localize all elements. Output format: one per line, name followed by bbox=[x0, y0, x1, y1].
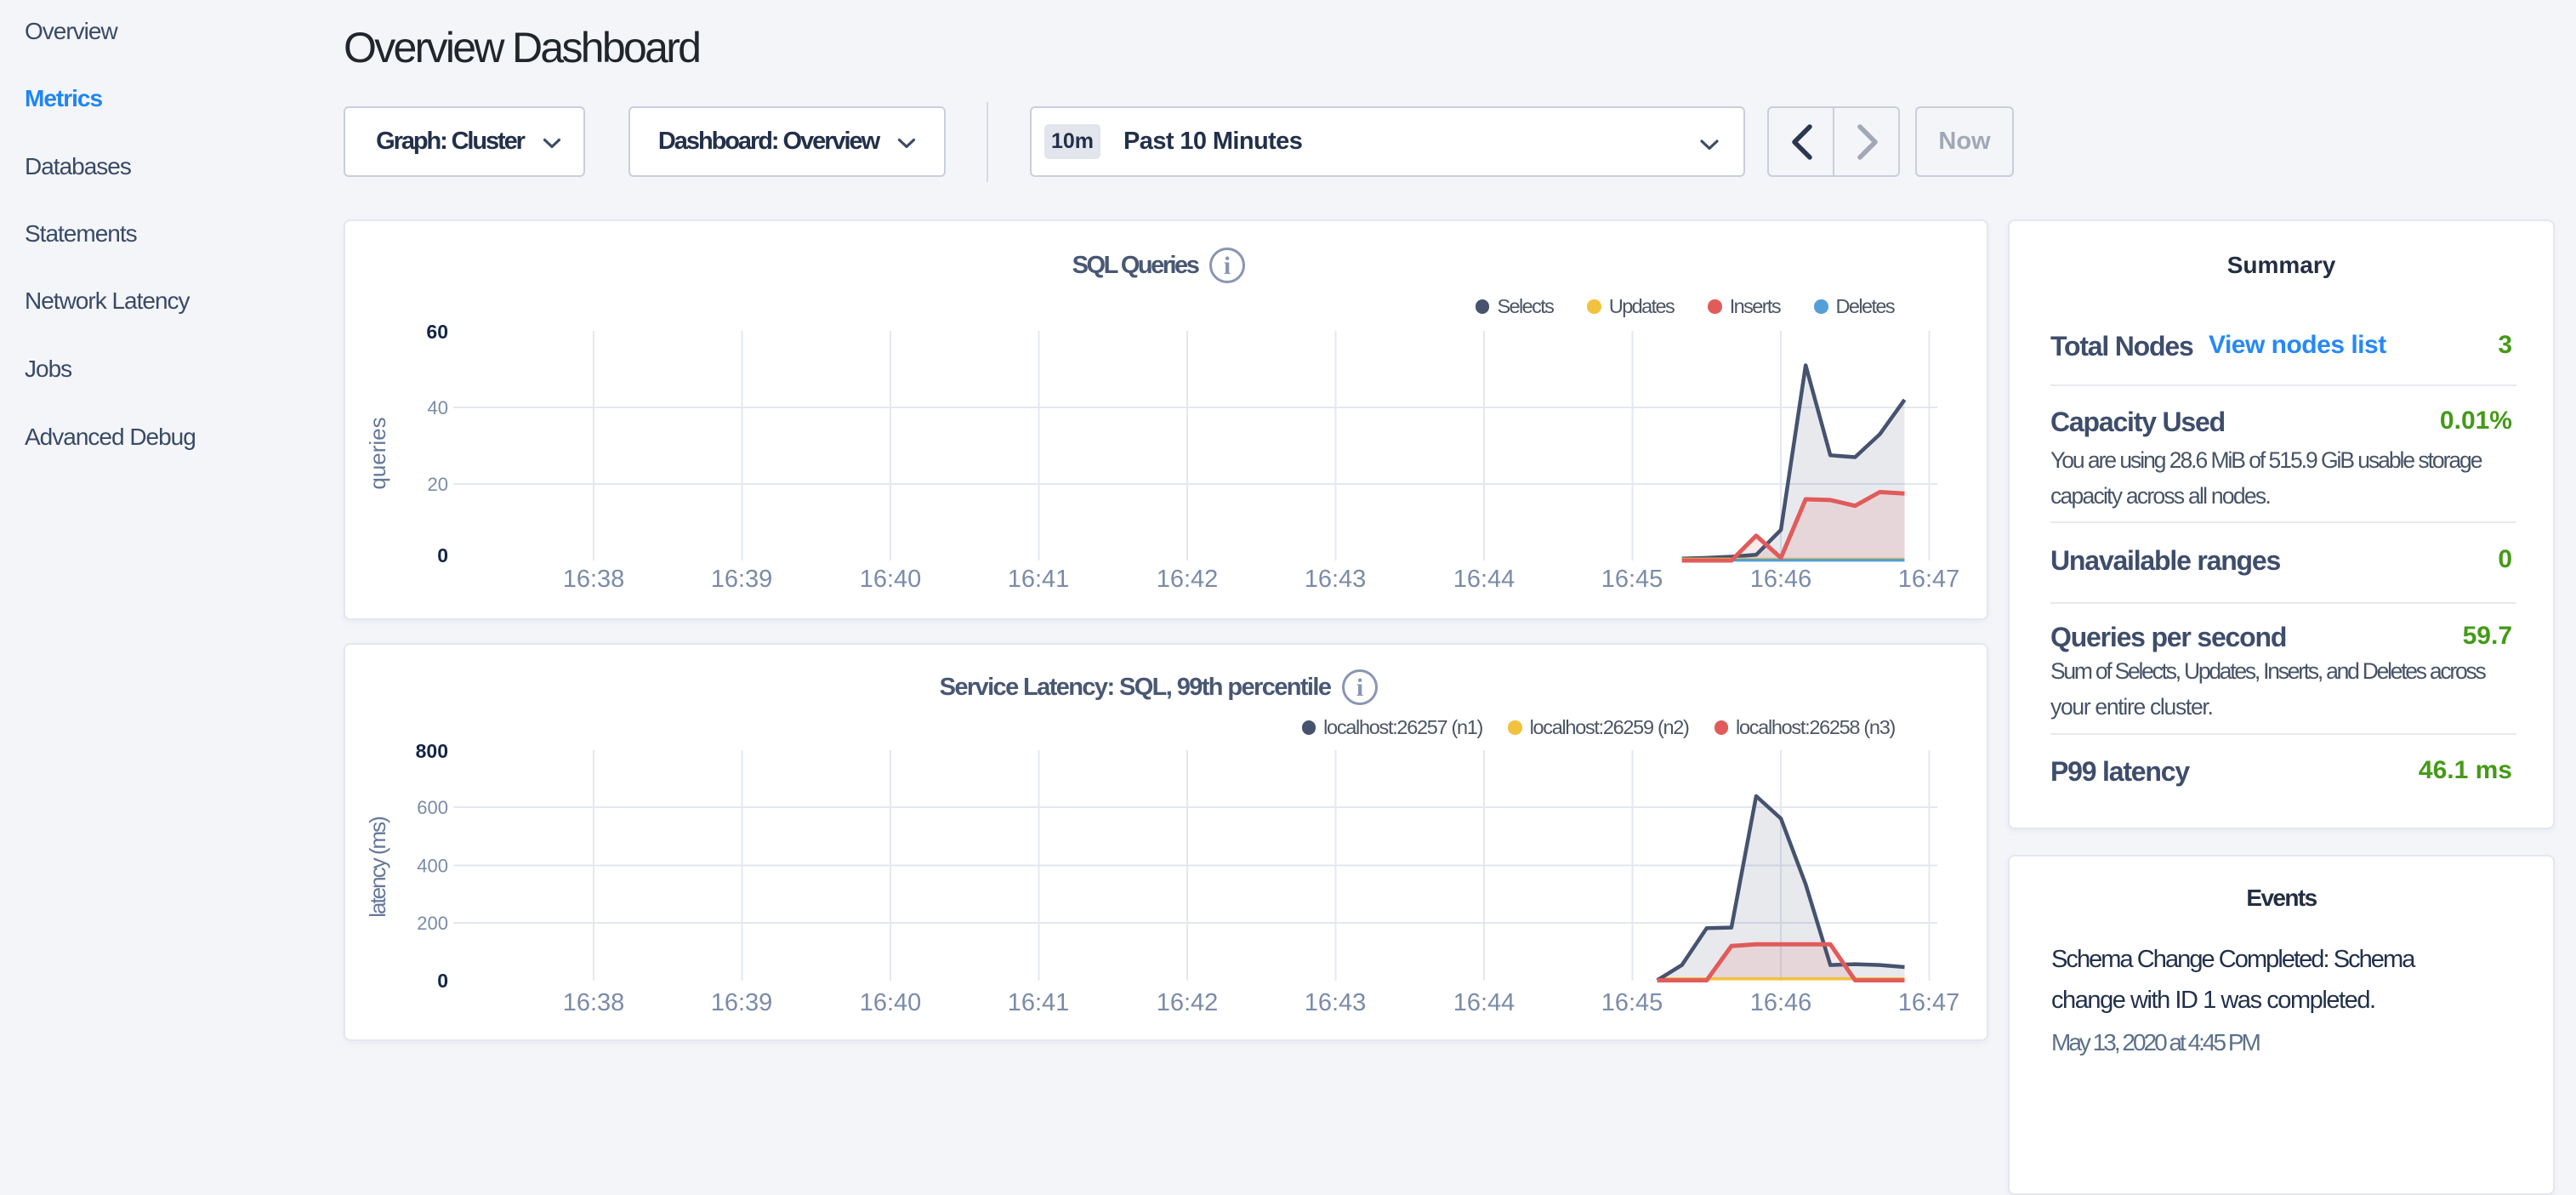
svg-text:40: 40 bbox=[428, 397, 448, 418]
svg-text:0: 0 bbox=[437, 544, 448, 566]
svg-text:16:46: 16:46 bbox=[1750, 989, 1812, 1016]
svg-text:16:46: 16:46 bbox=[1750, 566, 1812, 593]
svg-text:16:47: 16:47 bbox=[1898, 989, 1960, 1016]
svg-text:16:43: 16:43 bbox=[1305, 989, 1367, 1016]
svg-text:16:47: 16:47 bbox=[1898, 566, 1960, 593]
svg-text:16:43: 16:43 bbox=[1305, 566, 1367, 593]
svg-text:800: 800 bbox=[416, 740, 448, 762]
svg-text:latency (ms): latency (ms) bbox=[365, 817, 390, 918]
svg-text:16:40: 16:40 bbox=[860, 566, 922, 593]
svg-text:16:41: 16:41 bbox=[1008, 566, 1070, 593]
svg-text:16:45: 16:45 bbox=[1601, 566, 1663, 593]
svg-text:400: 400 bbox=[417, 856, 448, 877]
svg-text:0: 0 bbox=[437, 970, 448, 992]
svg-text:queries: queries bbox=[365, 417, 390, 489]
svg-text:16:41: 16:41 bbox=[1008, 989, 1070, 1016]
svg-text:16:44: 16:44 bbox=[1453, 989, 1515, 1016]
svg-text:200: 200 bbox=[417, 913, 448, 934]
svg-text:16:45: 16:45 bbox=[1601, 989, 1663, 1016]
svg-text:60: 60 bbox=[426, 321, 448, 343]
svg-text:16:39: 16:39 bbox=[711, 989, 773, 1016]
svg-text:16:44: 16:44 bbox=[1453, 566, 1515, 593]
svg-text:16:40: 16:40 bbox=[860, 989, 922, 1016]
svg-text:600: 600 bbox=[417, 797, 448, 818]
svg-text:20: 20 bbox=[428, 474, 448, 495]
svg-text:16:38: 16:38 bbox=[563, 566, 625, 593]
svg-text:16:42: 16:42 bbox=[1157, 989, 1219, 1016]
svg-text:16:39: 16:39 bbox=[711, 566, 773, 593]
svg-text:16:38: 16:38 bbox=[563, 989, 625, 1016]
svg-text:16:42: 16:42 bbox=[1157, 566, 1219, 593]
